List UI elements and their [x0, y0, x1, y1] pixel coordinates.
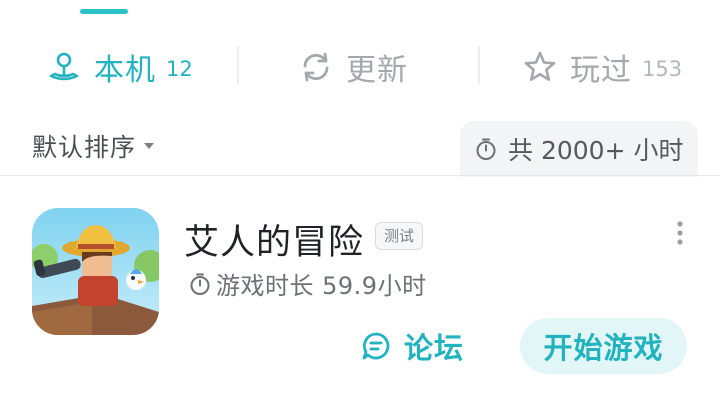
forum-button[interactable]: 论坛 — [360, 324, 464, 368]
start-game-button[interactable]: 开始游戏 — [520, 318, 687, 374]
tab-update-label: 更新 — [346, 53, 408, 88]
game-playtime: 游戏时长 59.9小时 — [188, 266, 427, 301]
refresh-icon — [303, 52, 329, 82]
tab-local-count: 12 — [166, 57, 193, 81]
test-badge: 测试 — [375, 222, 424, 250]
game-icon[interactable] — [32, 208, 159, 335]
sort-label: 默认排序 — [32, 133, 137, 162]
star-icon — [524, 51, 556, 81]
game-list-item[interactable]: 艾人的冒险 测试 游戏时长 59.9小时 论坛 开始游戏 — [0, 176, 720, 404]
tab-divider — [478, 46, 480, 84]
chat-bubble-icon — [362, 332, 390, 360]
tab-divider — [237, 46, 239, 84]
joystick-icon — [49, 52, 79, 81]
game-title: 艾人的冒险 — [184, 223, 365, 263]
timer-icon — [476, 138, 496, 160]
tab-bar: 本机 12 更新 玩过 153 — [0, 30, 720, 104]
tab-played-label: 玩过 — [570, 53, 632, 88]
tab-local[interactable]: 本机 12 — [46, 30, 193, 104]
game-playtime-text: 游戏时长 59.9小时 — [216, 272, 427, 300]
tab-played-count: 153 — [642, 57, 683, 81]
tab-update[interactable]: 更新 — [298, 30, 408, 104]
tab-played[interactable]: 玩过 153 — [522, 30, 682, 104]
more-vertical-icon[interactable] — [668, 218, 692, 248]
timer-icon — [190, 273, 210, 295]
total-playtime-badge: 共 2000+ 小时 — [460, 121, 698, 177]
forum-label: 论坛 — [404, 331, 465, 365]
tab-local-label: 本机 — [94, 53, 156, 88]
caret-down-icon — [144, 143, 155, 149]
sort-dropdown[interactable]: 默认排序 — [32, 124, 155, 168]
total-playtime-text: 共 2000+ 小时 — [508, 136, 684, 165]
start-game-label: 开始游戏 — [543, 331, 664, 365]
active-tab-indicator — [80, 9, 128, 14]
